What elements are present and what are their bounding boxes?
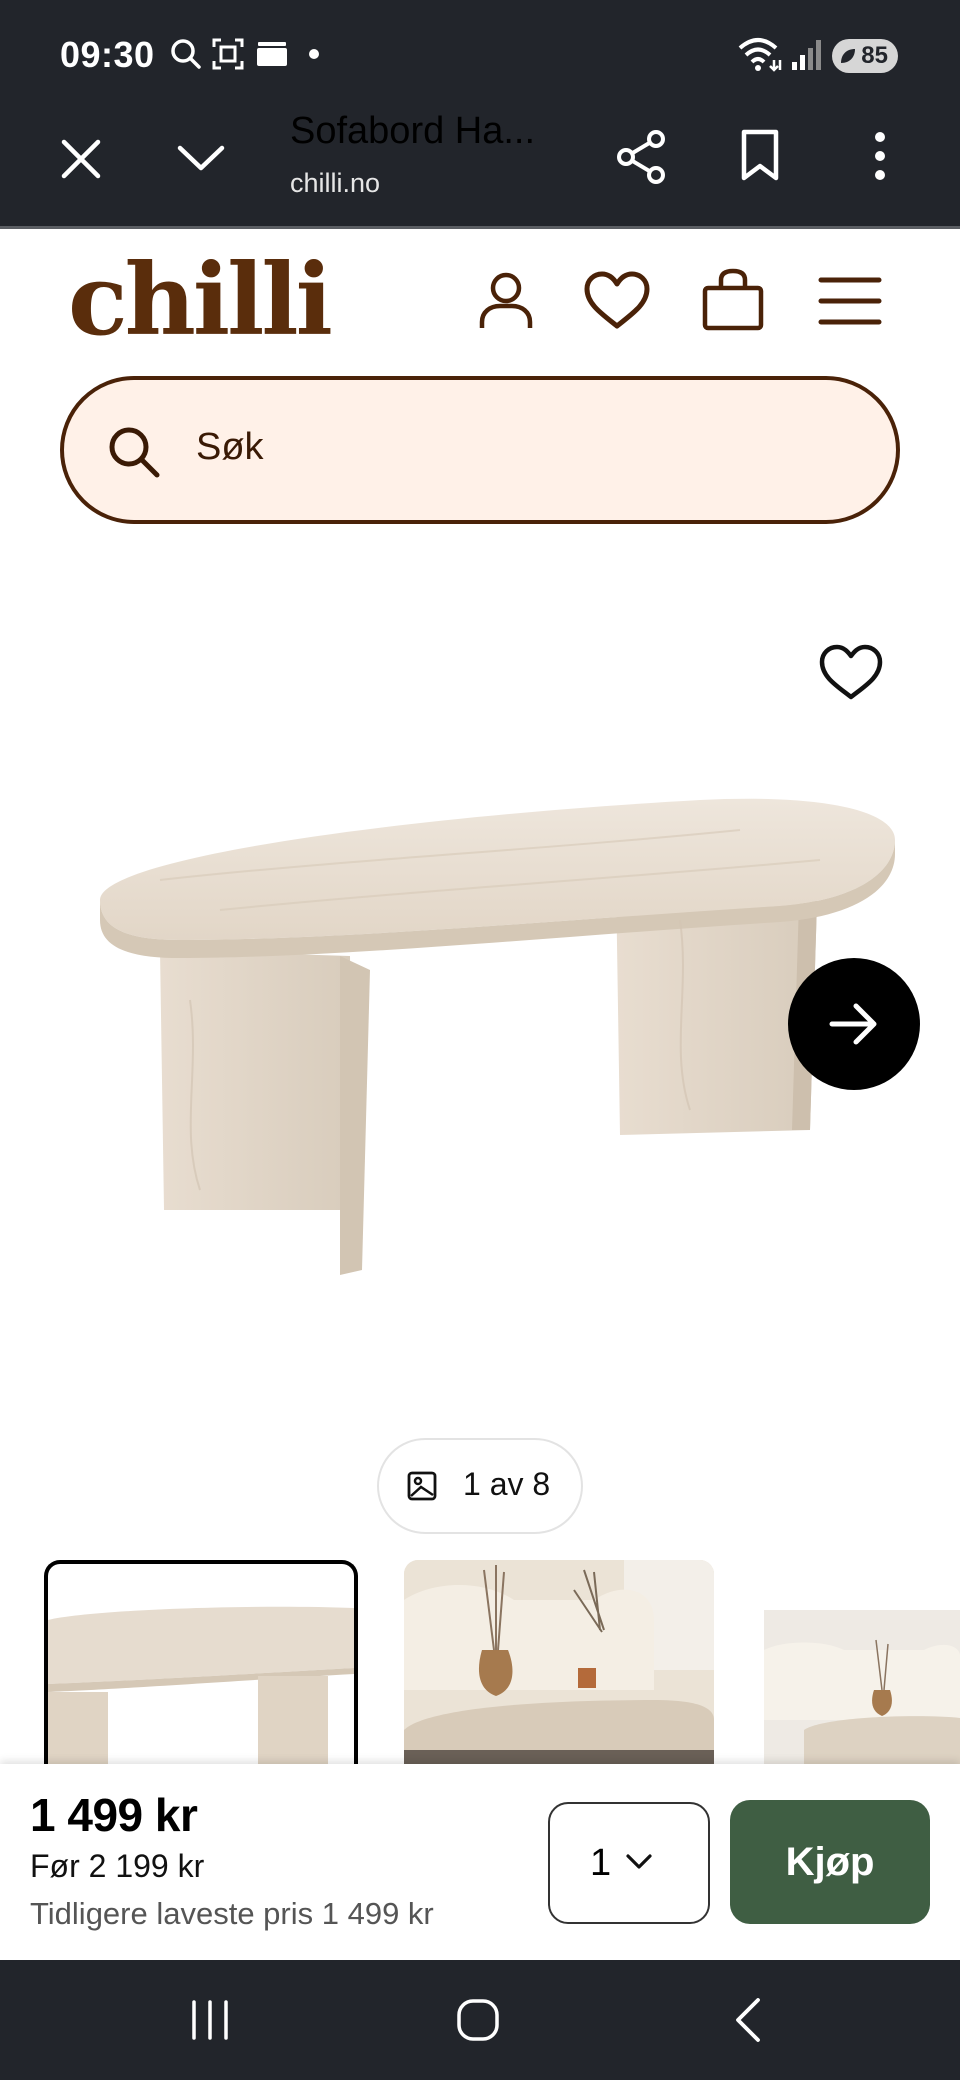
battery-level: 85 bbox=[861, 42, 888, 69]
search-icon bbox=[109, 427, 160, 478]
home-icon[interactable] bbox=[454, 1996, 502, 2044]
tab-domain[interactable]: chilli.no bbox=[290, 168, 380, 199]
image-icon bbox=[407, 1471, 437, 1501]
thumbnail-2-image bbox=[404, 1560, 714, 1770]
image-counter-label: 1 av 8 bbox=[463, 1466, 551, 1502]
buy-button[interactable]: Kjøp bbox=[730, 1800, 930, 1924]
toolbar-divider bbox=[0, 226, 960, 229]
status-time: 09:30 bbox=[60, 34, 155, 75]
close-tab-icon[interactable] bbox=[58, 136, 104, 182]
search-status-icon bbox=[171, 39, 201, 69]
back-icon[interactable] bbox=[728, 1996, 768, 2044]
chevron-down-icon bbox=[626, 1854, 652, 1869]
chilli-logo[interactable]: chilli bbox=[68, 252, 333, 350]
files-status-icon bbox=[257, 42, 287, 66]
lowest-price-note: Tidligere laveste pris 1 499 kr bbox=[30, 1896, 434, 1931]
thumbnail-3-image bbox=[764, 1610, 960, 1770]
wifi-icon bbox=[738, 38, 782, 72]
quantity-value: 1 bbox=[590, 1842, 612, 1884]
recent-apps-icon[interactable] bbox=[188, 1998, 232, 2042]
battery-saver-icon bbox=[841, 49, 855, 63]
thumbnail-1-selected[interactable] bbox=[44, 1560, 358, 1774]
menu-hamburger-icon[interactable] bbox=[818, 276, 882, 326]
more-options-icon[interactable] bbox=[866, 130, 894, 182]
arrow-right-icon bbox=[829, 1003, 877, 1045]
chevron-down-icon[interactable] bbox=[176, 138, 226, 178]
screenshot-status-icon bbox=[212, 38, 244, 70]
thumbnail-3[interactable] bbox=[764, 1610, 960, 1770]
current-price: 1 499 kr bbox=[30, 1789, 198, 1841]
tab-title[interactable]: Sofabord Ha... bbox=[290, 110, 535, 153]
account-icon[interactable] bbox=[476, 270, 536, 332]
thumbnail-1-image bbox=[48, 1606, 354, 1774]
search-input[interactable] bbox=[60, 376, 900, 524]
notification-dot-icon bbox=[309, 49, 319, 59]
previous-price: Før 2 199 kr bbox=[30, 1848, 205, 1884]
wishlist-heart-icon[interactable] bbox=[582, 270, 652, 332]
bookmark-icon[interactable] bbox=[738, 128, 782, 182]
search-placeholder: Søk bbox=[196, 426, 264, 468]
thumbnail-2[interactable] bbox=[404, 1560, 714, 1770]
favorite-heart-icon[interactable] bbox=[818, 644, 884, 702]
share-icon[interactable] bbox=[614, 128, 668, 186]
signal-icon bbox=[792, 40, 821, 70]
cart-bag-icon[interactable] bbox=[700, 268, 766, 332]
